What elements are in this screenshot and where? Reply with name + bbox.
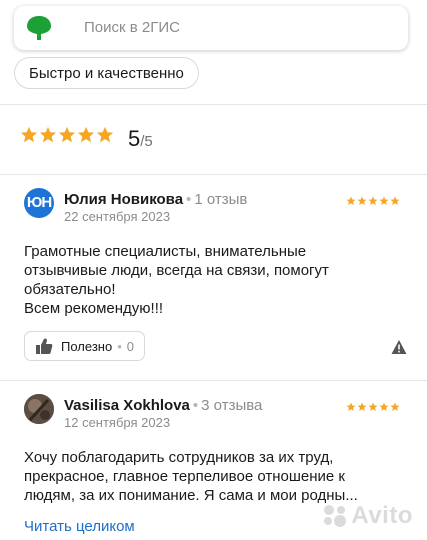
- avatar[interactable]: ЮН: [24, 188, 54, 218]
- avito-dots-icon: [324, 505, 347, 527]
- review-author-line: Vasilisa Xokhlova • 3 отзыва: [64, 397, 262, 414]
- report-warning-icon[interactable]: [391, 339, 407, 355]
- separator-dot: •: [117, 338, 122, 354]
- rating-score-max: /5: [140, 133, 153, 150]
- rating-summary: 5/5: [20, 126, 153, 154]
- rating-stars: [20, 126, 115, 143]
- review-text: Грамотные специалисты, внимательные отзы…: [24, 243, 329, 317]
- search-input[interactable]: Поиск в 2ГИС: [84, 19, 180, 36]
- avatar-photo-icon: [24, 394, 54, 424]
- review-author-count: 1 отзыв: [194, 191, 248, 208]
- review-author-line: Юлия Новикова • 1 отзыв: [64, 191, 247, 208]
- rating-score-value: 5: [128, 126, 141, 151]
- review-date: 12 сентября 2023: [64, 415, 171, 430]
- star-icon: [368, 402, 378, 411]
- review-date: 22 сентября 2023: [64, 209, 171, 224]
- watermark: Avito: [321, 502, 413, 530]
- star-icon: [368, 196, 378, 205]
- star-icon: [20, 126, 38, 143]
- review-stars: [345, 399, 400, 411]
- helpful-label: Полезно: [61, 338, 113, 354]
- read-more-link[interactable]: Читать целиком: [24, 518, 135, 535]
- star-icon: [379, 196, 389, 205]
- star-icon: [346, 196, 356, 205]
- star-icon: [390, 402, 400, 411]
- review-author-name[interactable]: Vasilisa Xokhlova: [64, 397, 190, 414]
- review-author-count: 3 отзыва: [201, 397, 263, 414]
- divider: [0, 104, 427, 105]
- watermark-text: Avito: [351, 502, 413, 529]
- star-icon: [390, 196, 400, 205]
- star-icon: [379, 402, 389, 411]
- avatar[interactable]: [24, 394, 54, 424]
- star-icon: [77, 126, 95, 143]
- rating-score: 5/5: [128, 126, 153, 152]
- review-author-name[interactable]: Юлия Новикова: [64, 191, 183, 208]
- star-icon: [58, 126, 76, 143]
- helpful-count: 0: [126, 338, 134, 354]
- 2gis-logo-icon: [27, 16, 51, 40]
- separator-dot: •: [192, 397, 199, 414]
- star-icon: [357, 402, 367, 411]
- star-icon: [346, 402, 356, 411]
- search-bar[interactable]: Поиск в 2ГИС: [14, 6, 408, 50]
- star-icon: [357, 196, 367, 205]
- thumbs-up-icon: [36, 338, 53, 354]
- star-icon: [96, 126, 114, 143]
- helpful-button[interactable]: Полезно • 0: [24, 331, 145, 361]
- divider: [0, 380, 427, 381]
- divider: [0, 174, 427, 175]
- review-text: Хочу поблагодарить сотрудников за их тру…: [24, 449, 358, 504]
- separator-dot: •: [186, 191, 192, 208]
- star-icon: [39, 126, 57, 143]
- review-stars: [345, 193, 400, 205]
- filter-chip-fast-quality[interactable]: Быстро и качественно: [14, 57, 199, 89]
